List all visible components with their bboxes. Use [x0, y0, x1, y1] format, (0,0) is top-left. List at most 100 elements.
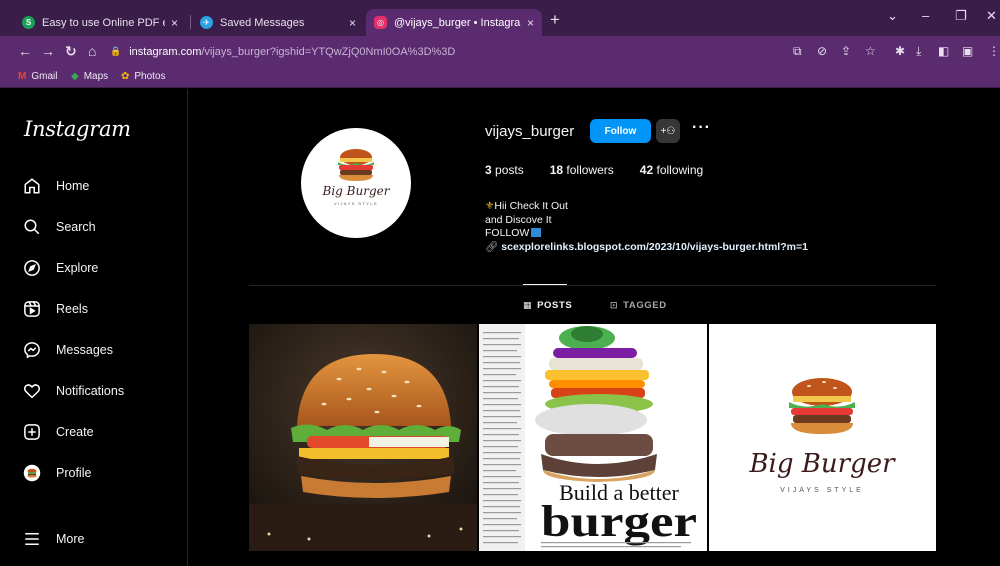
tab-posts[interactable]: ▦ POSTS — [523, 300, 572, 311]
instagram-favicon-icon: ◎ — [374, 16, 387, 29]
search-icon — [22, 217, 42, 237]
tab-separator — [190, 15, 191, 29]
new-tab-button[interactable]: + — [550, 10, 560, 30]
install-app-icon[interactable]: ⧉ — [793, 44, 802, 59]
download-icon[interactable]: ⤓ — [916, 44, 921, 59]
telegram-favicon-icon: ✈ — [200, 16, 213, 29]
eye-off-icon[interactable]: ⊘ — [817, 44, 827, 58]
bookmark-star-icon[interactable]: ☆ — [865, 44, 876, 58]
avatar-brand-text: Big Burger — [322, 184, 391, 198]
address-toolbar: ← → ↻ ⌂ 🔒 instagram.com/vijays_burger?ig… — [0, 36, 1000, 66]
bookmark-label: Photos — [134, 71, 166, 82]
followers-count[interactable]: 18 followers — [550, 163, 614, 177]
following-count[interactable]: 42 following — [640, 163, 703, 177]
sidebar-item-label: Reels — [56, 302, 88, 316]
bio-line: and Discove It — [485, 213, 552, 226]
tab-title: Saved Messages — [220, 16, 305, 29]
photos-icon: ✿ — [121, 71, 130, 82]
tab-search-chevron-icon[interactable]: ⌄ — [887, 8, 898, 24]
browser-tab-pdf-editor[interactable]: S Easy to use Online PDF editor × — [14, 9, 186, 36]
profile-avatar-icon — [22, 463, 42, 483]
bio-link[interactable]: scexplorelinks.blogspot.com/2023/10/vija… — [501, 241, 808, 253]
maps-icon: ◆ — [71, 71, 79, 82]
tab-label: TAGGED — [623, 300, 667, 311]
magazine-headline-2: burger — [541, 497, 697, 546]
reload-icon[interactable]: ↻ — [65, 43, 77, 60]
tabs-divider — [249, 285, 936, 286]
post-sub-text: VIJAYS STYLE — [780, 487, 864, 494]
posts-count: 3 posts — [485, 163, 524, 177]
browser-tab-strip: S Easy to use Online PDF editor × ✈ Save… — [0, 0, 1000, 36]
sidebar-item-label: Notifications — [56, 384, 125, 398]
post-thumbnail[interactable]: Build a better burger — [479, 324, 707, 551]
sidebar-item-label: Home — [56, 179, 90, 193]
post-thumbnail[interactable]: Big Burger VIJAYS STYLE — [709, 324, 936, 551]
tab-title: @vijays_burger • Instagram pho — [394, 16, 521, 29]
tab-tagged[interactable]: ⊡ TAGGED — [610, 300, 667, 311]
post-thumbnail[interactable] — [249, 324, 477, 551]
home-house-icon[interactable]: ⌂ — [88, 43, 96, 59]
hamburger-icon — [22, 529, 42, 549]
plus-square-icon — [22, 422, 42, 442]
bookmark-label: Gmail — [31, 71, 58, 82]
sidebar-item-explore[interactable]: Explore — [22, 253, 172, 283]
instagram-logo[interactable]: Instagram — [24, 117, 131, 141]
emoji-icon: ⚜ — [485, 200, 495, 212]
url-host: instagram.com — [129, 45, 202, 58]
tab-close-icon[interactable]: × — [171, 16, 178, 30]
sidebar-item-create[interactable]: Create — [22, 417, 172, 447]
bookmark-gmail[interactable]: M Gmail — [18, 71, 57, 82]
sidebar-item-notifications[interactable]: Notifications — [22, 376, 172, 406]
url-bar[interactable]: 🔒 instagram.com/vijays_burger?igshid=YTQ… — [110, 41, 890, 62]
tab-title: Easy to use Online PDF editor — [42, 16, 165, 29]
grid-icon: ▦ — [523, 300, 533, 310]
profile-options-icon[interactable]: ··· — [692, 119, 711, 137]
sidebar-item-label: Messages — [56, 343, 113, 357]
follow-button[interactable]: Follow — [590, 119, 651, 143]
restore-icon[interactable]: ❐ — [955, 8, 967, 24]
active-tab-indicator — [523, 284, 567, 285]
browser-tab-instagram[interactable]: ◎ @vijays_burger • Instagram pho × — [366, 9, 542, 36]
sidebar-item-label: More — [56, 532, 85, 546]
profile-avatar[interactable]: Big Burger VIJAYS STYLE — [301, 128, 411, 238]
sidebar-item-more[interactable]: More — [22, 524, 172, 554]
sidebar-item-profile[interactable]: Profile — [22, 458, 172, 488]
pdf-editor-favicon-icon: S — [22, 16, 35, 29]
instagram-sidebar: Instagram Home Search Explore Reels Mess… — [0, 89, 188, 566]
profile-icon[interactable]: ▣ — [962, 44, 973, 58]
url-path: /vijays_burger?igshid=YTQwZjQ0NmI0OA%3D%… — [201, 45, 456, 58]
add-person-icon: +⚇ — [660, 125, 676, 137]
back-arrow-icon[interactable]: ← — [18, 43, 32, 59]
tab-close-icon[interactable]: × — [527, 16, 534, 30]
tab-close-icon[interactable]: × — [349, 16, 356, 30]
forward-arrow-icon[interactable]: → — [41, 43, 55, 59]
sidebar-item-label: Profile — [56, 466, 92, 480]
sidebar-item-search[interactable]: Search — [22, 212, 172, 242]
share-icon[interactable]: ⇪ — [841, 44, 851, 58]
profile-stats: 3 posts 18 followers 42 following — [485, 163, 729, 177]
bookmark-maps[interactable]: ◆ Maps — [71, 71, 108, 82]
big-burger-logo-post: Big Burger VIJAYS STYLE — [709, 324, 936, 551]
browser-tab-saved-messages[interactable]: ✈ Saved Messages × — [192, 9, 364, 36]
burger-photo — [249, 324, 477, 551]
extensions-puzzle-icon[interactable]: ✱ — [895, 44, 905, 58]
reels-icon — [22, 299, 42, 319]
bookmark-photos[interactable]: ✿ Photos — [121, 71, 166, 82]
minimize-icon[interactable]: – — [922, 8, 929, 23]
sidebar-item-home[interactable]: Home — [22, 171, 172, 201]
heart-icon — [22, 381, 42, 401]
sidebar-item-reels[interactable]: Reels — [22, 294, 172, 324]
bookmark-label: Maps — [83, 71, 109, 82]
lock-icon: 🔒 — [110, 46, 122, 56]
close-window-icon[interactable]: ✕ — [986, 8, 997, 24]
gmail-icon: M — [18, 71, 27, 82]
sidebar-item-label: Search — [56, 220, 96, 234]
compass-icon — [22, 258, 42, 278]
side-panel-icon[interactable]: ◧ — [938, 44, 949, 58]
messenger-icon — [22, 340, 42, 360]
sidebar-item-label: Create — [56, 425, 94, 439]
suggested-users-button[interactable]: +⚇ — [656, 119, 680, 143]
sidebar-item-messages[interactable]: Messages — [22, 335, 172, 365]
menu-kebab-icon[interactable]: ⋮ — [988, 44, 1000, 58]
bio-line: FOLLOW — [485, 227, 530, 239]
